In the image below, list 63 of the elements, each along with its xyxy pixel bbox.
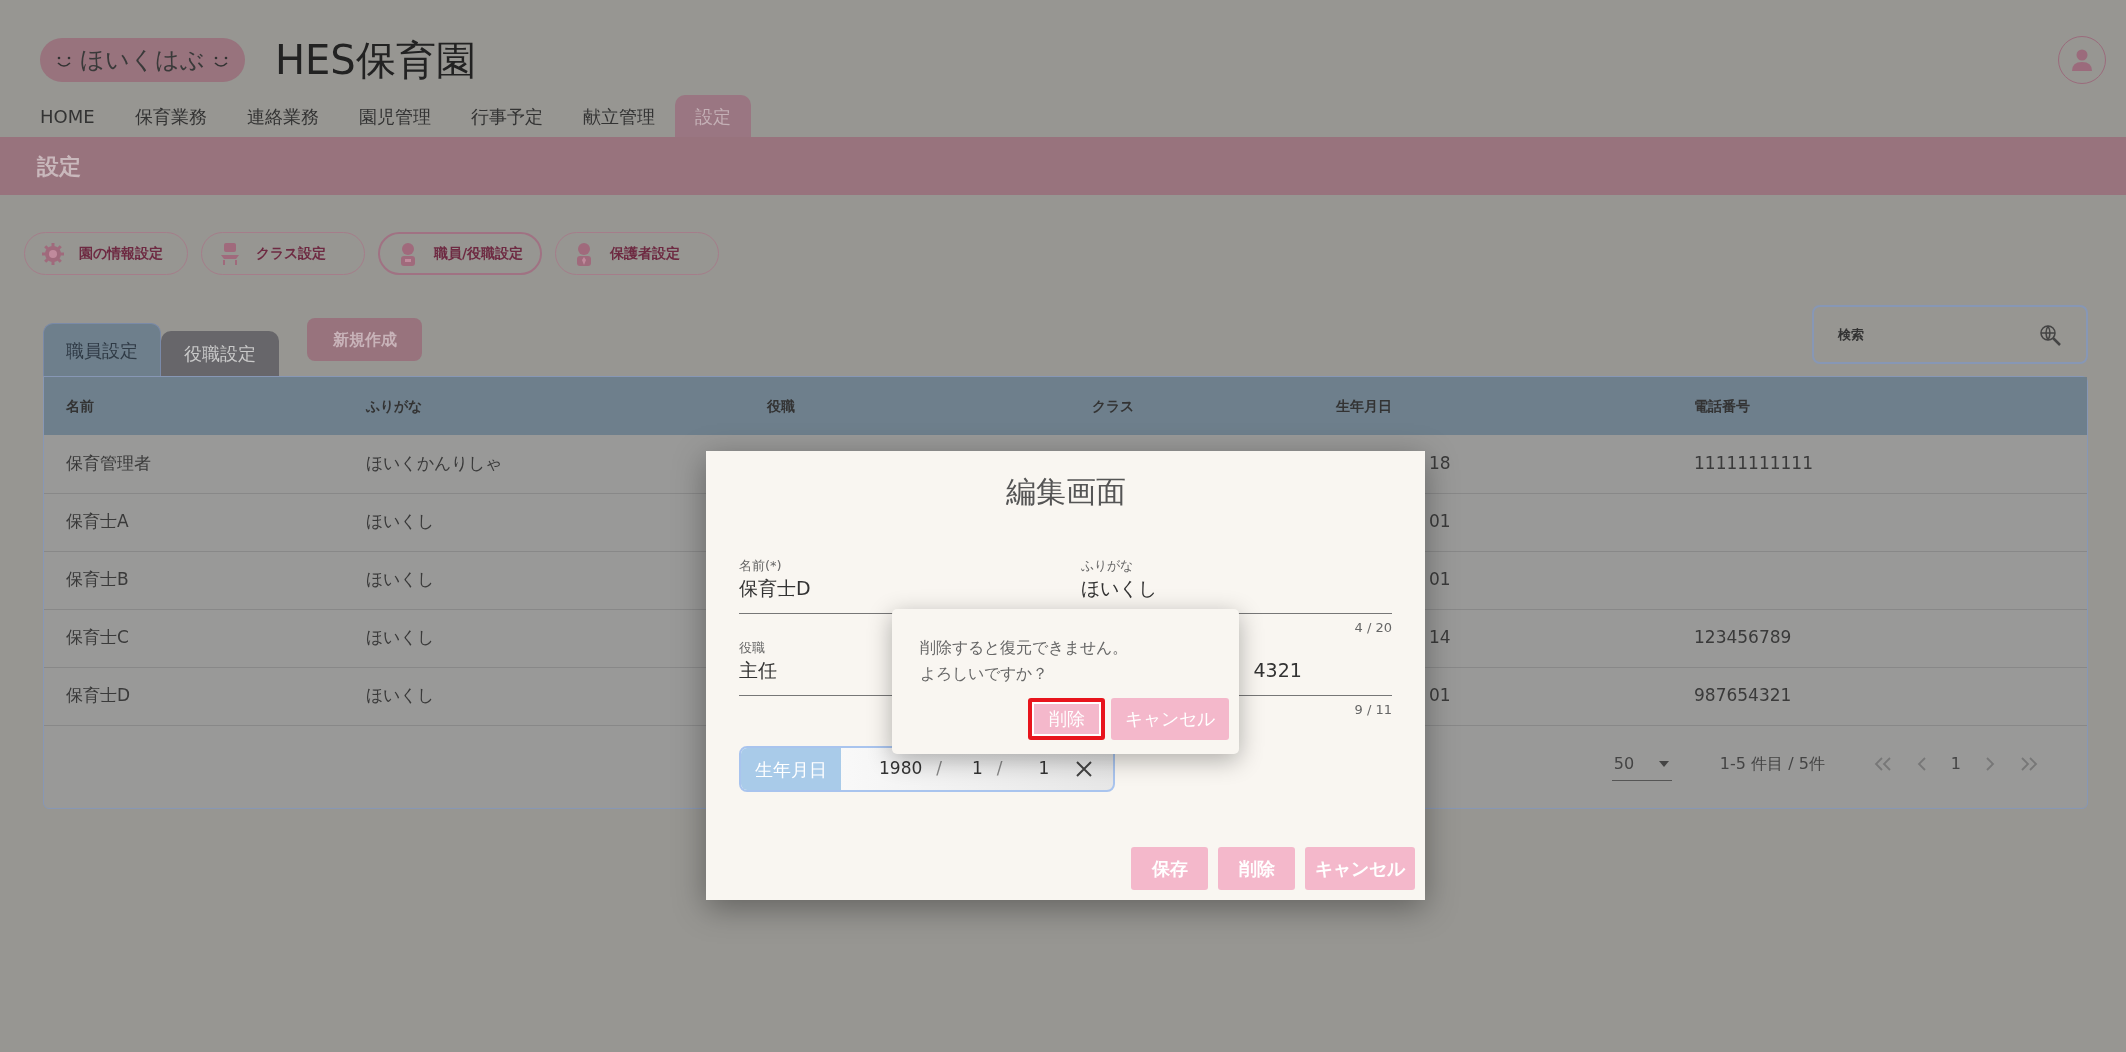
new-button[interactable]: 新規作成 — [307, 318, 422, 361]
table-cell: 保育士B — [66, 569, 129, 590]
search-icon — [2038, 322, 2062, 347]
search-field[interactable]: 検索 — [1812, 305, 2088, 364]
last-page-icon[interactable] — [2019, 756, 2039, 772]
caret-icon — [1657, 759, 1670, 768]
table-cell: ほいくし — [366, 511, 434, 532]
date-separator: / — [996, 757, 1003, 781]
column-header: 役職 — [767, 397, 795, 414]
confirm-message: 削除すると復元できません。 — [920, 637, 1128, 659]
table-cell: 14 — [1429, 627, 1451, 648]
table-cell: 保育士D — [66, 685, 131, 706]
table-cell: ほいくし — [366, 685, 434, 706]
tab[interactable]: 役職設定 — [161, 331, 279, 376]
year-value: 1980 — [879, 757, 923, 781]
chair-icon — [218, 241, 242, 266]
table-cell: ほいくし — [366, 627, 434, 648]
clear-icon[interactable] — [1075, 760, 1094, 778]
date-label: 生年月日 — [741, 748, 841, 790]
dialog-title: 編集画面 — [1004, 473, 1127, 511]
site-title: HES保育園 — [275, 36, 476, 85]
nav-tab[interactable]: 献立管理 — [562, 95, 675, 137]
table-cell: 987654321 — [1694, 685, 1792, 706]
column-header: 電話番号 — [1694, 397, 1750, 414]
table-cell: ほいくし — [366, 569, 434, 590]
nav-tab[interactable]: 園児管理 — [338, 95, 451, 137]
day-value: 1 — [1038, 757, 1050, 781]
logo[interactable]: ほいくはぶ — [40, 38, 245, 82]
character-counter: 4 / 20 — [1354, 620, 1392, 635]
table-cell: 01 — [1429, 685, 1451, 706]
tab[interactable]: 職員設定 — [43, 323, 161, 376]
nav-tab[interactable]: 行事予定 — [450, 95, 563, 137]
table-cell: ほいくかんりしゃ — [366, 453, 502, 473]
date-field[interactable]: 生年月日 1980 / 1 / 1 — [739, 746, 1115, 792]
month-value: 1 — [972, 757, 983, 781]
confirm-message: よろしいですか？ — [920, 663, 1048, 686]
page-number[interactable]: 1 — [1950, 752, 1961, 776]
table-cell: 保育管理者 — [66, 453, 151, 473]
column-header: クラス — [1092, 397, 1134, 414]
page-range: 1-5 件目 / 5件 — [1719, 753, 1825, 775]
previous-page-icon[interactable] — [1916, 756, 1927, 772]
table-cell: 01 — [1429, 511, 1451, 532]
table-cell: 保育士A — [66, 511, 129, 532]
nav-tab[interactable]: 設定 — [674, 95, 751, 137]
table-cell: 保育士C — [66, 627, 129, 648]
date-separator: / — [936, 757, 942, 781]
rows-per-page-select[interactable]: 50 — [1611, 747, 1672, 781]
nav-tab[interactable]: 保育業務 — [114, 95, 227, 137]
table-cell: 11111111111 — [1694, 453, 1813, 473]
table-cell: 18 — [1429, 453, 1451, 473]
character-counter: 9 / 11 — [1354, 702, 1392, 717]
table-cell: 01 — [1429, 569, 1451, 590]
page-title: 設定 — [37, 152, 81, 181]
nav-tab[interactable]: 連絡業務 — [226, 95, 339, 137]
table-cell: 123456789 — [1694, 627, 1792, 648]
next-page-icon[interactable] — [1985, 756, 1995, 772]
column-header: 名前 — [66, 397, 94, 414]
column-header: ふりがな — [366, 397, 422, 414]
nav-tab[interactable]: HOME — [20, 95, 115, 137]
settings-button[interactable]: 職員/役職設定 — [378, 232, 542, 275]
column-header: 生年月日 — [1336, 397, 1392, 414]
first-page-icon[interactable] — [1872, 756, 1893, 772]
gear-icon — [41, 241, 65, 266]
